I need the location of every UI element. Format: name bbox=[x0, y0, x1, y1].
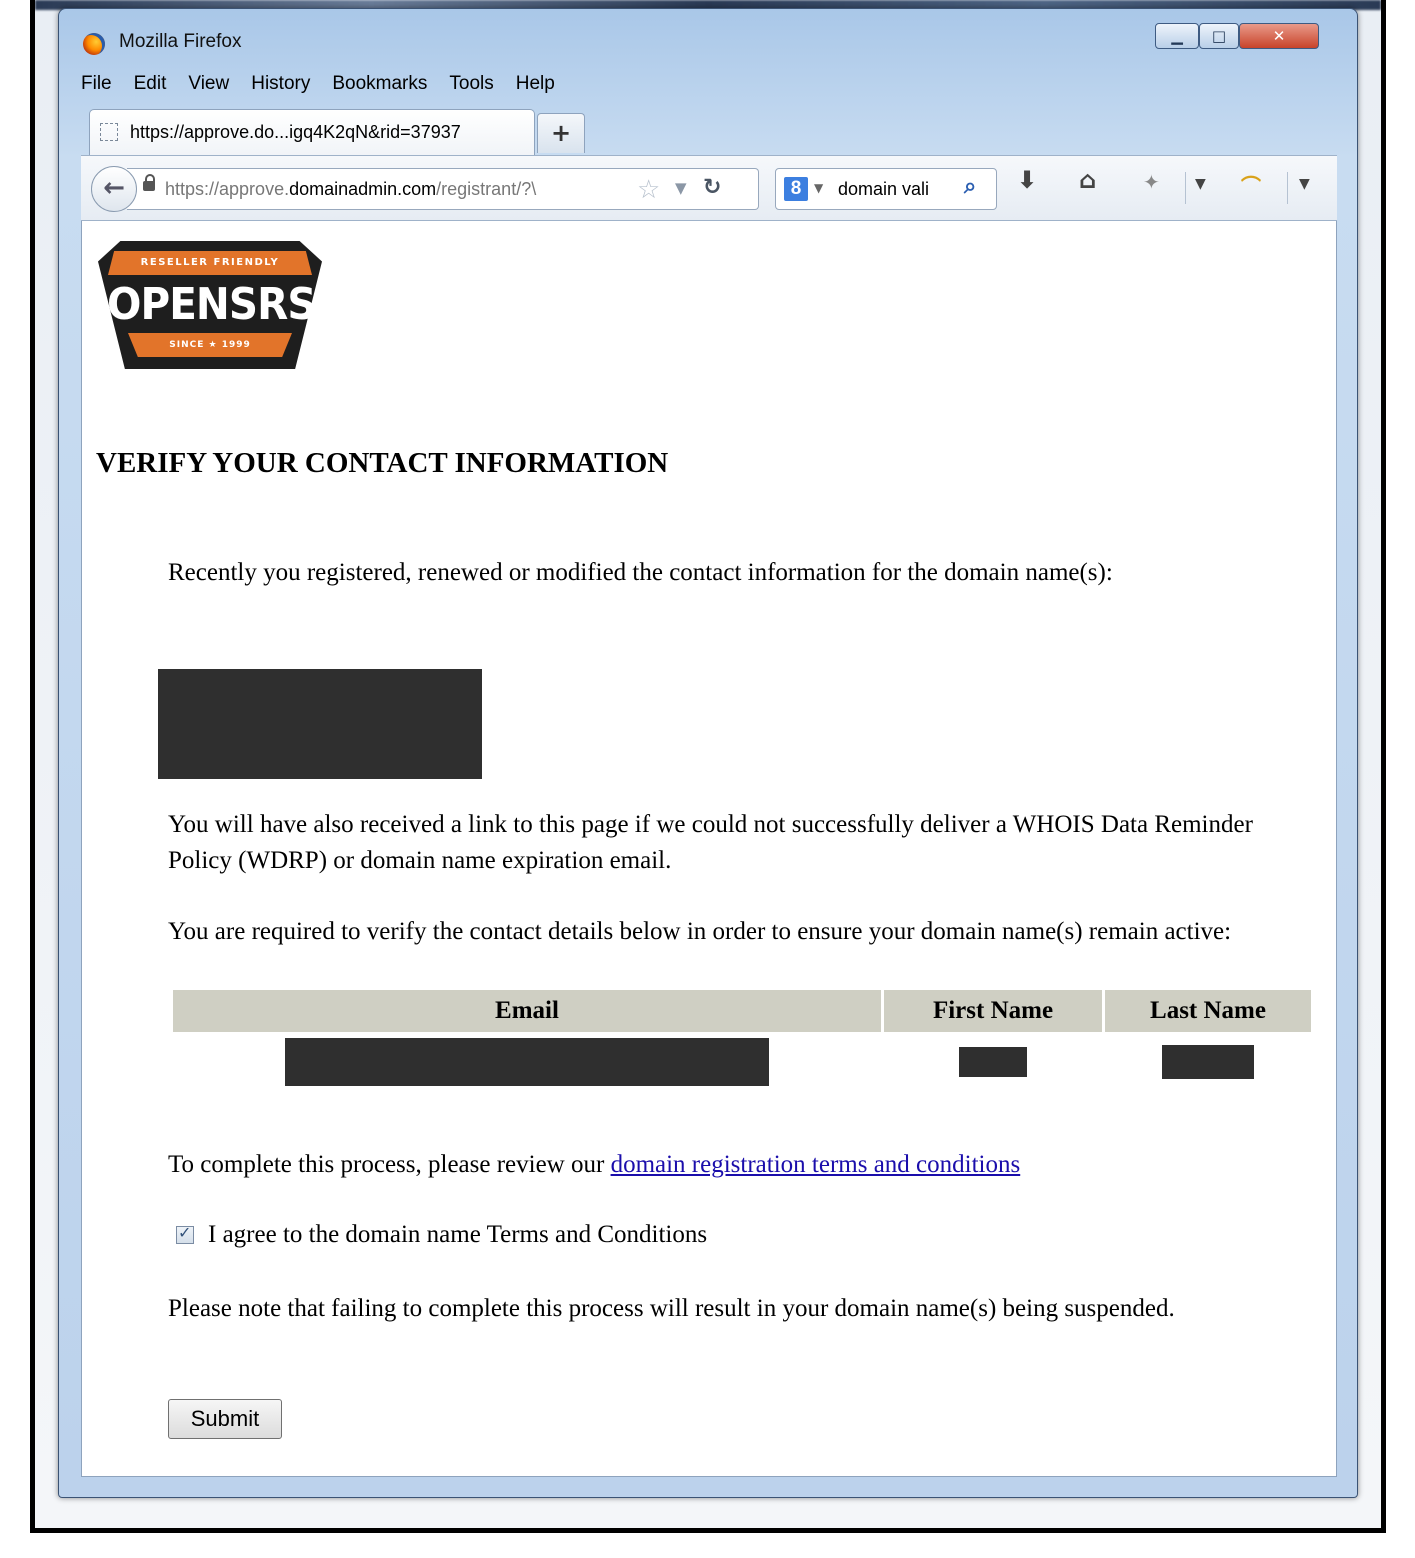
column-header-email: Email bbox=[173, 990, 881, 1032]
redacted-first-name bbox=[959, 1047, 1027, 1078]
search-bar[interactable]: 8 ▼ domain vali ⌕ bbox=[775, 168, 997, 210]
table-row bbox=[173, 1035, 1311, 1089]
column-header-last-name: Last Name bbox=[1105, 990, 1311, 1032]
history-dropdown-icon[interactable]: ▼ bbox=[675, 179, 687, 197]
toolbar-separator bbox=[1185, 172, 1186, 204]
addon-dropdown-icon[interactable]: ▼ bbox=[1195, 176, 1206, 192]
last-name-cell bbox=[1105, 1035, 1311, 1089]
close-button[interactable]: ✕ bbox=[1239, 23, 1319, 49]
minimize-button[interactable]: ▁ bbox=[1155, 23, 1199, 49]
title-bar: Mozilla Firefox ▁ □ ✕ bbox=[59, 9, 1357, 67]
menu-help[interactable]: Help bbox=[516, 73, 555, 95]
redacted-email bbox=[285, 1038, 769, 1086]
menu-bar: File Edit View History Bookmarks Tools H… bbox=[81, 73, 577, 95]
tab-title: https://approve.do...igq4K2qN&rid=37937 bbox=[130, 122, 461, 142]
page-favicon-icon bbox=[100, 123, 118, 141]
url-path: /registrant/?\ bbox=[436, 179, 537, 199]
review-paragraph: To complete this process, please review … bbox=[168, 1147, 1278, 1183]
toolbar-separator bbox=[1287, 172, 1288, 204]
star-icon[interactable]: ☆ bbox=[637, 175, 660, 205]
terms-link[interactable]: domain registration terms and conditions bbox=[611, 1151, 1021, 1178]
logo-tagline-top: RESELLER FRIENDLY bbox=[108, 251, 312, 275]
required-paragraph: You are required to verify the contact d… bbox=[168, 918, 1232, 945]
note-paragraph: Please note that failing to complete thi… bbox=[168, 1295, 1175, 1322]
submit-button[interactable]: Submit bbox=[168, 1399, 282, 1439]
firefox-icon bbox=[83, 33, 105, 55]
wdrp-paragraph: You will have also received a link to th… bbox=[168, 811, 1253, 874]
menu-view[interactable]: View bbox=[188, 73, 229, 95]
new-tab-button[interactable]: + bbox=[537, 113, 585, 153]
addon-icon[interactable]: ✦ bbox=[1143, 170, 1160, 194]
reload-icon[interactable]: ↻ bbox=[703, 175, 721, 200]
page-title: VERIFY YOUR CONTACT INFORMATION bbox=[96, 447, 669, 479]
back-arrow-icon[interactable]: ← bbox=[91, 166, 137, 212]
logo-tagline-bottom: SINCE ★ 1999 bbox=[128, 333, 292, 357]
menu-bookmarks[interactable]: Bookmarks bbox=[332, 73, 427, 95]
agree-checkbox[interactable] bbox=[176, 1223, 194, 1244]
column-header-first-name: First Name bbox=[884, 990, 1102, 1032]
intro-paragraph: Recently you registered, renewed or modi… bbox=[168, 559, 1113, 586]
agree-label[interactable]: I agree to the domain name Terms and Con… bbox=[208, 1221, 707, 1249]
lock-icon bbox=[143, 174, 155, 191]
redacted-domain-list bbox=[158, 669, 482, 779]
browser-tab[interactable]: https://approve.do...igq4K2qN&rid=37937 bbox=[89, 109, 535, 155]
window-title: Mozilla Firefox bbox=[119, 31, 242, 52]
search-engine-icon[interactable]: 8 bbox=[784, 177, 808, 201]
browser-window: Mozilla Firefox ▁ □ ✕ File Edit View His… bbox=[58, 8, 1358, 1498]
url-prefix: https://approve. bbox=[165, 179, 290, 199]
maximize-button[interactable]: □ bbox=[1199, 23, 1239, 49]
menu-edit[interactable]: Edit bbox=[134, 73, 167, 95]
agree-row: I agree to the domain name Terms and Con… bbox=[176, 1221, 707, 1249]
url-text: https://approve.domainadmin.com/registra… bbox=[165, 179, 635, 200]
email-cell bbox=[173, 1035, 881, 1089]
opensrs-logo: RESELLER FRIENDLY OPENSRS SINCE ★ 1999 bbox=[98, 241, 322, 369]
url-bar[interactable]: https://approve.domainadmin.com/registra… bbox=[127, 168, 759, 210]
logo-brand: OPENSRS bbox=[106, 279, 317, 330]
magnifier-icon[interactable]: ⌕ bbox=[964, 174, 976, 199]
contact-table: Email First Name Last Name bbox=[170, 987, 1314, 1092]
redacted-last-name bbox=[1162, 1045, 1254, 1079]
rainbow-icon[interactable]: ⌒ bbox=[1241, 170, 1261, 199]
url-domain: domainadmin.com bbox=[289, 179, 437, 199]
menu-history[interactable]: History bbox=[251, 73, 310, 95]
page-content: RESELLER FRIENDLY OPENSRS SINCE ★ 1999 V… bbox=[81, 221, 1337, 1477]
search-input[interactable]: domain vali bbox=[838, 179, 958, 200]
navigation-toolbar: https://approve.domainadmin.com/registra… bbox=[81, 155, 1337, 221]
review-text: To complete this process, please review … bbox=[168, 1151, 611, 1178]
rainbow-dropdown-icon[interactable]: ▼ bbox=[1299, 176, 1310, 192]
menu-tools[interactable]: Tools bbox=[449, 73, 493, 95]
download-icon[interactable]: ⬇ bbox=[1017, 166, 1037, 194]
first-name-cell bbox=[884, 1035, 1102, 1089]
search-engine-dropdown-icon[interactable]: ▼ bbox=[814, 181, 823, 195]
menu-file[interactable]: File bbox=[81, 73, 112, 95]
home-icon[interactable]: ⌂ bbox=[1079, 166, 1096, 194]
